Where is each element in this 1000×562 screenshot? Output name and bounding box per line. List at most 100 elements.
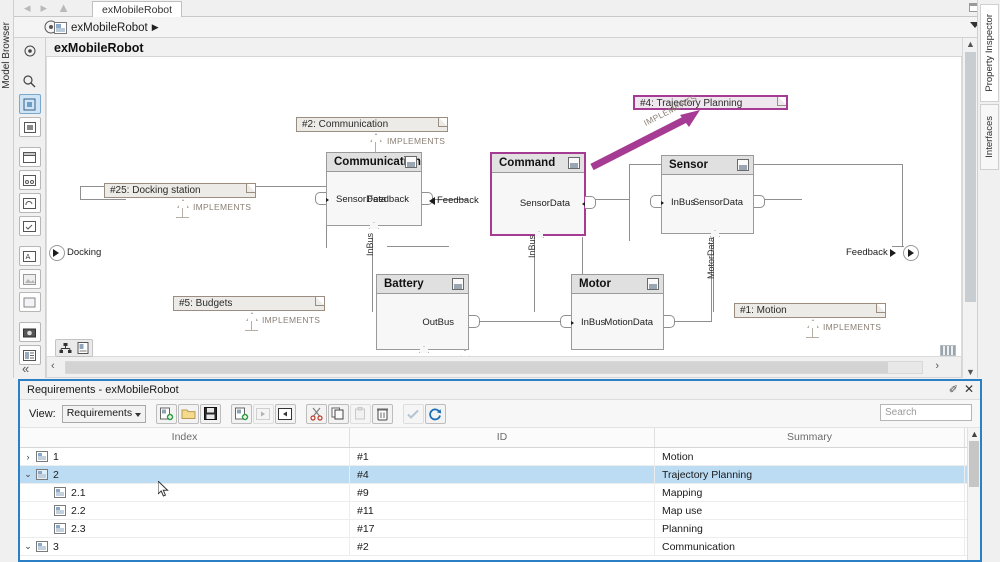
pin-icon[interactable]: ✐: [949, 383, 958, 396]
requirement-note[interactable]: #25: Docking station: [104, 183, 256, 198]
block-title: Motor: [579, 278, 611, 290]
table-row[interactable]: 2.2 #11 Map use: [20, 501, 980, 520]
activity-icon[interactable]: [18, 216, 41, 236]
collapse-toolbar-icon[interactable]: «: [22, 361, 29, 376]
port-label[interactable]: SensorData: [520, 198, 570, 209]
requirement-icon: [54, 523, 66, 534]
demote-button[interactable]: [274, 403, 296, 424]
connector-label: InBus: [527, 235, 537, 259]
port-label[interactable]: InBus: [581, 317, 605, 328]
cut-button[interactable]: [305, 403, 327, 424]
canvas-tool-cluster[interactable]: [55, 339, 93, 357]
model-browser-tab-label[interactable]: Model Browser: [1, 22, 12, 89]
promote-button[interactable]: [252, 403, 274, 424]
implements-line: [806, 337, 819, 338]
table-row[interactable]: › 1 #1 Motion: [20, 448, 980, 466]
block-title: Command: [499, 157, 556, 169]
copy-button[interactable]: [327, 403, 349, 424]
view-select-value: Requirements: [66, 406, 133, 419]
block-sensor[interactable]: Sensor InBus SensorData: [650, 155, 765, 237]
block-command[interactable]: Command SensorData: [490, 152, 596, 238]
implements-label: IMPLEMENTS: [387, 136, 446, 146]
scroll-left-icon[interactable]: ‹: [51, 360, 55, 372]
check-button[interactable]: [402, 403, 424, 424]
up-arrow-icon[interactable]: ▲: [57, 1, 70, 15]
block-type-icon: [568, 157, 580, 169]
port-label[interactable]: InBus: [671, 197, 695, 208]
table-row[interactable]: 2.3 #17 Planning: [20, 519, 980, 538]
component-icon[interactable]: [18, 170, 41, 190]
document-tab[interactable]: exMobileRobot: [92, 1, 183, 17]
block-communication[interactable]: Communication SensorData Feedback: [315, 152, 433, 229]
table-row[interactable]: ⌄ 3 #2 Communication: [20, 537, 980, 556]
scroll-up-icon[interactable]: ▲: [966, 39, 975, 49]
center-icon[interactable]: [18, 117, 41, 137]
expand-toggle-icon[interactable]: ›: [20, 452, 36, 462]
delete-button[interactable]: [371, 403, 393, 424]
search-input[interactable]: Search: [880, 404, 972, 421]
dogear-icon: [438, 118, 447, 127]
expand-toggle-icon[interactable]: ⌄: [20, 541, 36, 552]
breadcrumb[interactable]: exMobileRobot ▶: [54, 19, 159, 36]
port-label[interactable]: Feedback: [367, 194, 409, 205]
requirement-note[interactable]: #1: Motion: [734, 303, 886, 318]
requirement-icon: [36, 541, 48, 552]
refresh-button[interactable]: [424, 403, 446, 424]
new-requirement-button[interactable]: [155, 403, 177, 424]
canvas-horizontal-scrollbar[interactable]: ‹ ›: [46, 339, 962, 378]
image-icon[interactable]: [18, 269, 41, 289]
resize-grip[interactable]: [940, 345, 956, 356]
state-machine-icon[interactable]: [18, 193, 41, 213]
zoom-icon[interactable]: [19, 71, 41, 91]
port-label[interactable]: SensorData: [693, 197, 743, 208]
vertical-scroll-thumb[interactable]: [969, 441, 979, 487]
forward-arrow-icon[interactable]: ▸: [41, 1, 48, 15]
navigate-up-icon[interactable]: [19, 41, 41, 61]
hierarchy-icon[interactable]: [58, 341, 73, 355]
connector-label: Feedback: [437, 195, 479, 206]
view-select[interactable]: Requirements: [61, 404, 146, 423]
horizontal-scroll-thumb[interactable]: [66, 362, 888, 373]
scroll-right-icon[interactable]: ›: [935, 360, 939, 372]
requirement-note[interactable]: #2: Communication: [296, 117, 448, 132]
tab-property-inspector[interactable]: Property Inspector: [980, 4, 999, 102]
block-icon[interactable]: [18, 147, 41, 167]
column-header-index[interactable]: Index: [20, 428, 350, 447]
expand-toggle-icon[interactable]: ⌄: [20, 469, 36, 480]
column-header-id[interactable]: ID: [350, 428, 655, 447]
tab-label: Property Inspector: [984, 14, 995, 92]
diagram-canvas[interactable]: Communication SensorData Feedback InBus …: [46, 57, 962, 357]
save-button[interactable]: [199, 403, 221, 424]
vertical-scroll-thumb[interactable]: [965, 52, 976, 302]
model-browser-rail[interactable]: Model Browser: [0, 0, 14, 378]
column-header-summary[interactable]: Summary: [655, 428, 965, 447]
text-icon[interactable]: A: [18, 246, 41, 266]
implements-label: IMPLEMENTS: [193, 202, 252, 212]
requirement-note[interactable]: #5: Budgets: [173, 296, 325, 311]
document-icon[interactable]: [75, 341, 90, 355]
tab-interfaces[interactable]: Interfaces: [980, 104, 999, 170]
back-arrow-icon[interactable]: ◂: [24, 1, 31, 15]
mouse-cursor: [157, 479, 170, 498]
block-battery[interactable]: Battery OutBus: [376, 274, 480, 353]
add-child-button[interactable]: [230, 403, 252, 424]
paste-button[interactable]: [349, 403, 371, 424]
camera-icon[interactable]: [18, 322, 41, 342]
scroll-down-icon[interactable]: ▼: [966, 367, 975, 377]
scroll-up-icon[interactable]: ▲: [970, 429, 979, 439]
open-folder-button[interactable]: [177, 403, 199, 424]
cell-summary: Mapping: [655, 483, 965, 502]
canvas-vertical-scrollbar[interactable]: ▲ ▼: [962, 38, 977, 378]
fit-to-view-icon[interactable]: [18, 94, 41, 114]
block-motor[interactable]: Motor InBus MotionData: [560, 274, 675, 350]
requirement-note-selected[interactable]: #4: Trajectory Planning: [633, 95, 788, 110]
port-label[interactable]: MotionData: [604, 317, 653, 328]
rectangle-icon[interactable]: [18, 292, 41, 312]
horizontal-scroll-track[interactable]: [65, 361, 923, 374]
implements-arrow-icon: [246, 312, 258, 321]
requirements-vertical-scrollbar[interactable]: ▲: [967, 428, 980, 560]
port-label[interactable]: OutBus: [422, 317, 454, 328]
close-icon[interactable]: ✕: [964, 383, 974, 396]
breadcrumb-chevron-icon[interactable]: ▶: [152, 22, 159, 33]
connector: [902, 164, 903, 246]
